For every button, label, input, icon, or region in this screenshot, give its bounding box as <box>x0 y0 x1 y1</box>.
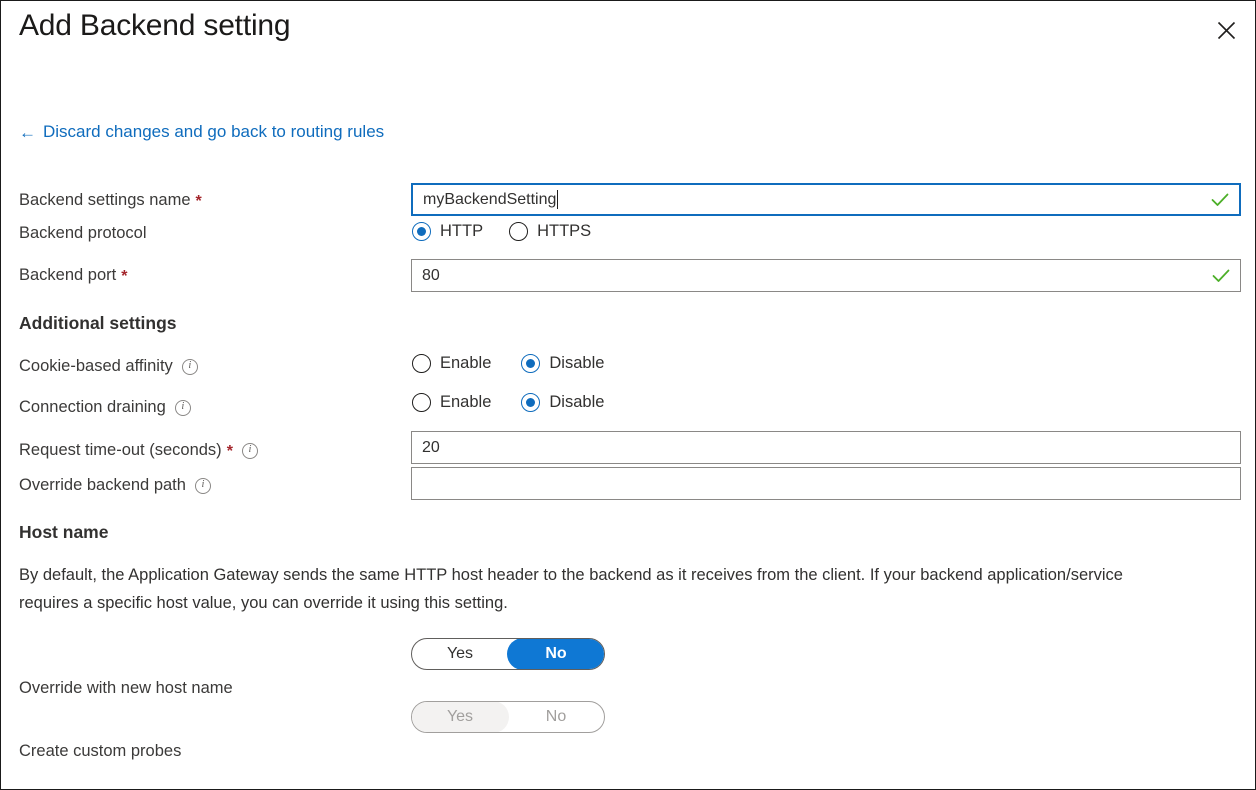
close-glyph <box>1217 21 1236 40</box>
additional-settings-heading: Additional settings <box>19 313 177 334</box>
request-timeout-value: 20 <box>422 439 1230 457</box>
connection-draining-radio-group: Enable Disable <box>412 393 604 412</box>
request-timeout-input[interactable]: 20 <box>411 431 1241 464</box>
radio-icon <box>412 354 431 373</box>
info-icon[interactable]: i <box>195 478 211 494</box>
backend-settings-name-input[interactable]: myBackendSetting <box>411 183 1241 216</box>
override-with-new-host-name-toggle: Yes No <box>411 701 605 733</box>
toggle-option-no-selected[interactable]: No <box>507 638 605 670</box>
radio-icon-selected <box>521 393 540 412</box>
text-caret <box>557 190 558 209</box>
backend-settings-name-label: Backend settings name * <box>19 191 202 210</box>
backend-protocol-radio-group: HTTP HTTPS <box>412 222 591 241</box>
connection-draining-option-disable[interactable]: Disable <box>521 393 604 412</box>
page-title: Add Backend setting <box>19 9 290 43</box>
backend-port-input[interactable]: 80 <box>411 259 1241 292</box>
backend-protocol-option-https[interactable]: HTTPS <box>509 222 591 241</box>
override-backend-path-input[interactable] <box>411 467 1241 500</box>
back-arrow-icon: ← <box>19 124 36 141</box>
radio-icon-selected <box>412 222 431 241</box>
info-icon[interactable]: i <box>182 359 198 375</box>
backend-protocol-label: Backend protocol <box>19 224 147 243</box>
toggle-option-yes[interactable]: Yes <box>411 638 509 670</box>
host-name-heading: Host name <box>19 522 108 543</box>
radio-icon <box>509 222 528 241</box>
discard-changes-link[interactable]: ← Discard changes and go back to routing… <box>19 122 384 142</box>
add-backend-setting-blade: Add Backend setting ← Discard changes an… <box>0 0 1256 790</box>
backend-protocol-option-http[interactable]: HTTP <box>412 222 483 241</box>
discard-changes-link-label: Discard changes and go back to routing r… <box>43 122 384 142</box>
radio-icon-selected <box>521 354 540 373</box>
close-icon[interactable] <box>1209 13 1243 47</box>
required-asterisk: * <box>196 194 202 210</box>
cookie-based-affinity-radio-group: Enable Disable <box>412 354 604 373</box>
toggle-option-no: No <box>507 701 605 733</box>
backend-port-label: Backend port * <box>19 266 127 285</box>
backend-settings-name-value: myBackendSetting <box>423 191 556 209</box>
pick-host-name-toggle[interactable]: Yes No <box>411 638 605 670</box>
host-name-description: By default, the Application Gateway send… <box>19 561 1179 617</box>
valid-check-icon <box>1212 269 1230 283</box>
request-timeout-label: Request time-out (seconds) * i <box>19 441 258 460</box>
cookie-based-affinity-option-enable[interactable]: Enable <box>412 354 491 373</box>
required-asterisk: * <box>121 269 127 285</box>
toggle-option-yes-selected: Yes <box>411 701 509 733</box>
override-backend-path-label: Override backend path i <box>19 476 211 495</box>
radio-icon <box>412 393 431 412</box>
info-icon[interactable]: i <box>242 443 258 459</box>
required-asterisk: * <box>227 444 233 460</box>
connection-draining-label: Connection draining i <box>19 398 191 417</box>
cookie-based-affinity-label: Cookie-based affinity i <box>19 357 198 376</box>
backend-port-value: 80 <box>422 267 1204 285</box>
cookie-based-affinity-option-disable[interactable]: Disable <box>521 354 604 373</box>
valid-check-icon <box>1211 193 1229 207</box>
connection-draining-option-enable[interactable]: Enable <box>412 393 491 412</box>
override-with-new-host-name-label: Override with new host name <box>19 679 233 698</box>
create-custom-probes-label: Create custom probes <box>19 742 181 761</box>
info-icon[interactable]: i <box>175 400 191 416</box>
